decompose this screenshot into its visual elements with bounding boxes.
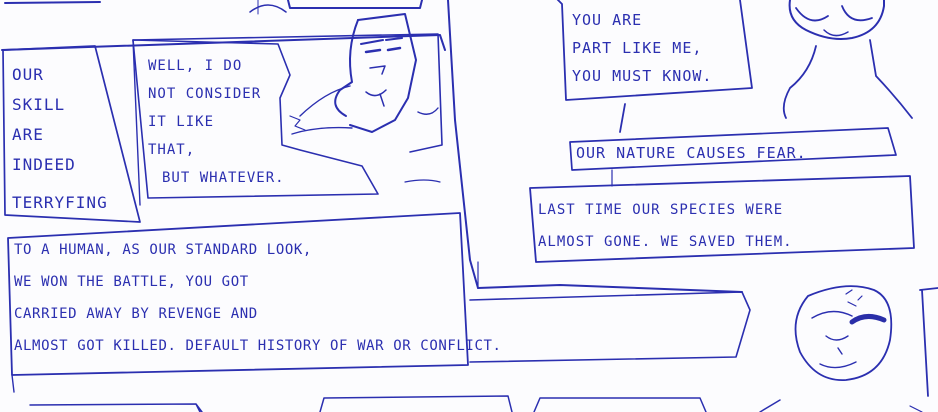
- comic-page: Our skill are indeed terryfing Well, I d…: [0, 0, 938, 412]
- skill-bubble-text: Our skill are indeed terryfing: [12, 65, 108, 212]
- middle-panel-bottom: [477, 284, 743, 293]
- nature-caption-text: Our nature causes fear.: [576, 144, 807, 162]
- top-head-outline: [249, 4, 287, 13]
- last-caption-text: Last time our species were almost gone. …: [538, 202, 793, 250]
- right-character-body: [782, 39, 913, 119]
- bottom-strip: [29, 403, 203, 412]
- part-bubble-text: You are part like me, you must know.: [572, 11, 713, 85]
- character-shoulders: [291, 85, 439, 135]
- top-panel-edge: [4, 1, 101, 4]
- well-bubble-text: Well, I do not consider it like that, bu…: [148, 58, 285, 186]
- human-caption-text: To a human, as our standard look, we won…: [14, 242, 502, 354]
- top-frame: [287, 0, 423, 9]
